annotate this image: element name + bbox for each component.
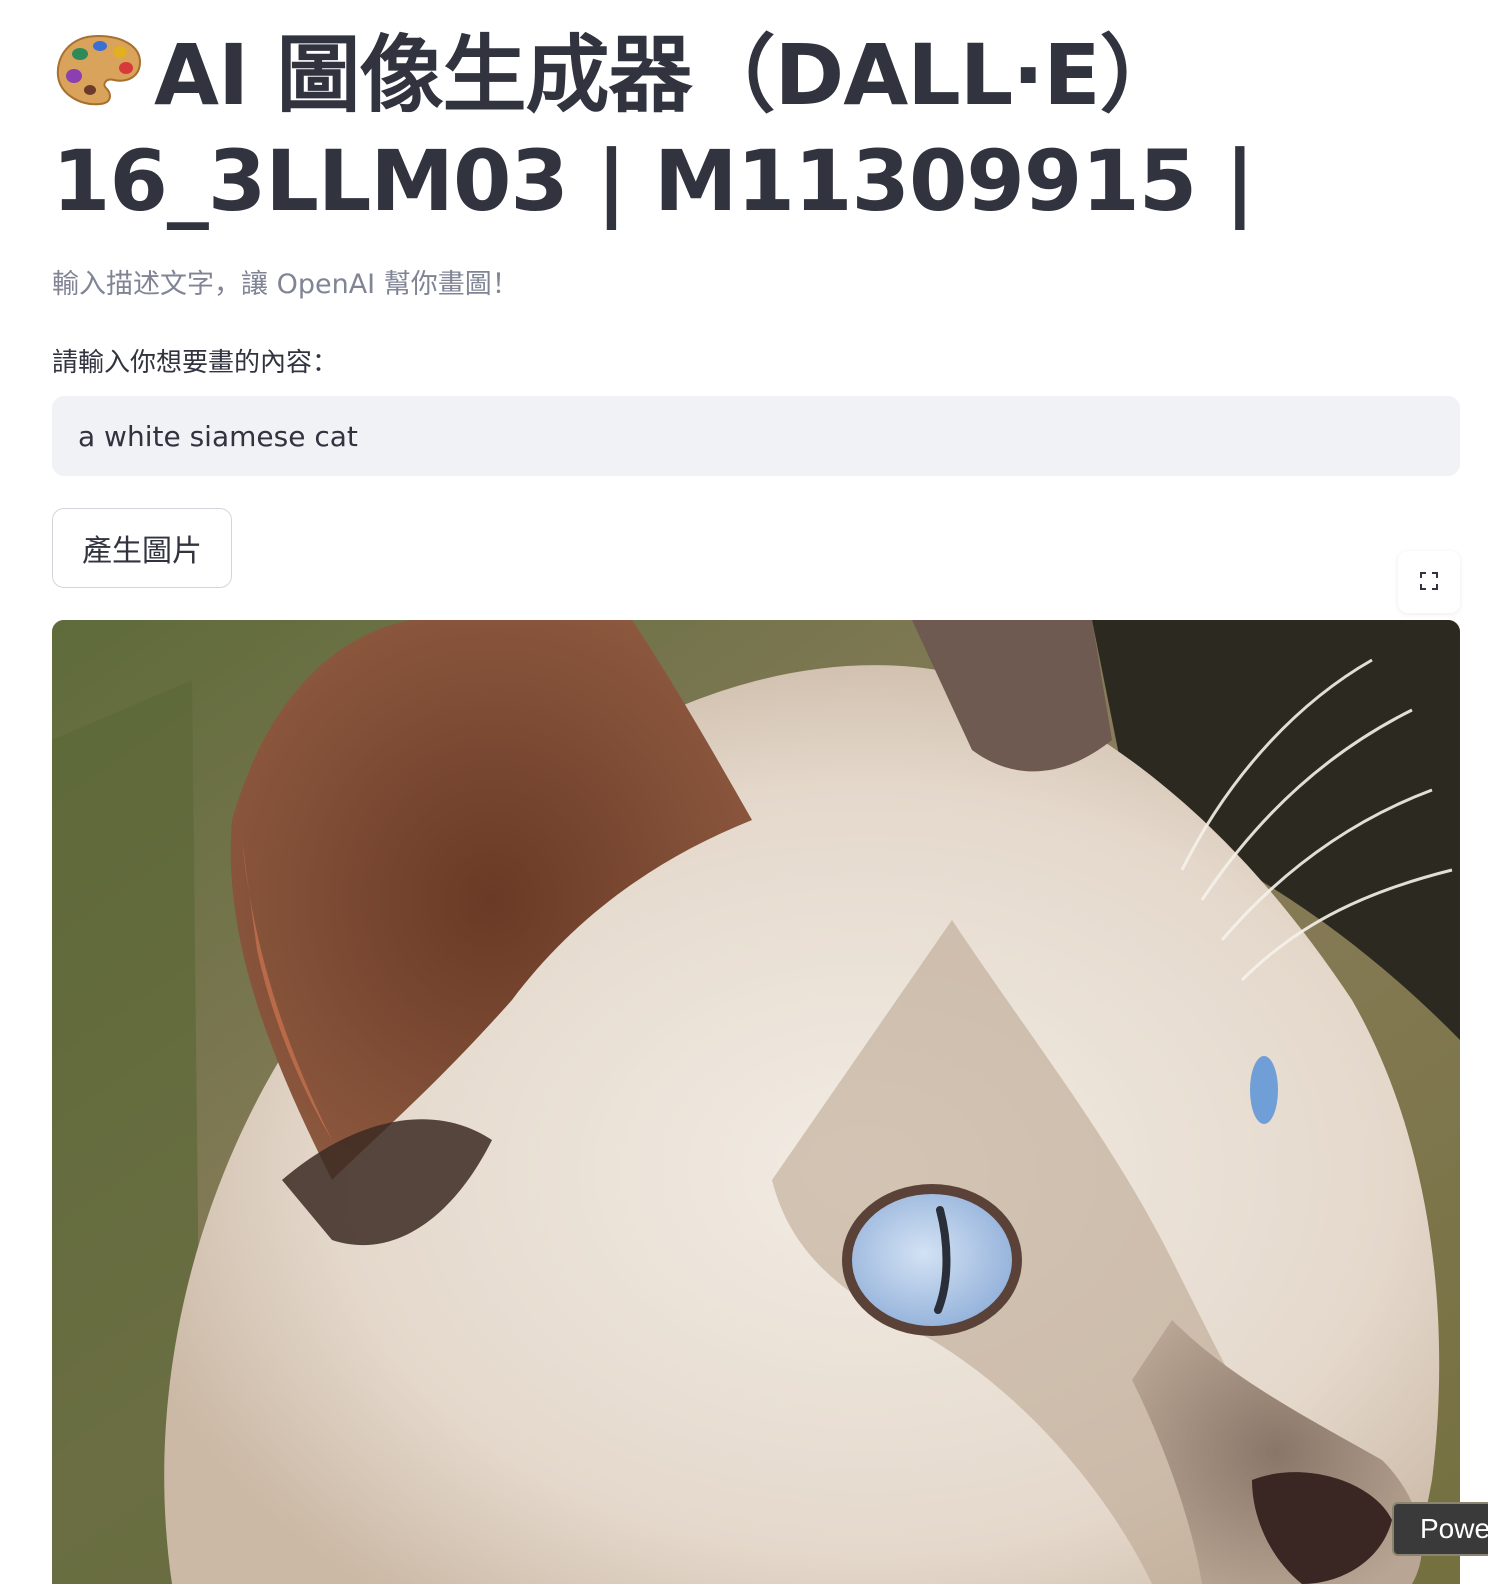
fullscreen-icon bbox=[1419, 571, 1439, 594]
page-title: AI 圖像生成器（DALL·E） 16_3LLM03 | M11309915 | bbox=[52, 22, 1352, 234]
fullscreen-button[interactable] bbox=[1398, 551, 1460, 613]
app-page: AI 圖像生成器（DALL·E） 16_3LLM03 | M11309915 |… bbox=[0, 0, 1488, 1584]
generated-image bbox=[52, 620, 1460, 1584]
title-line-2: 16_3LLM03 | M11309915 | bbox=[52, 132, 1255, 230]
artist-palette-icon bbox=[52, 28, 144, 106]
page-subtitle: 輸入描述文字，讓 OpenAI 幫你畫圖！ bbox=[52, 269, 519, 300]
powered-by-badge[interactable]: Powe bbox=[1392, 1502, 1488, 1556]
prompt-input[interactable] bbox=[52, 396, 1460, 476]
title-line-1: AI 圖像生成器（DALL·E） bbox=[154, 26, 1184, 124]
generate-image-button[interactable]: 產生圖片 bbox=[52, 508, 232, 588]
prompt-label: 請輸入你想要畫的內容： bbox=[52, 348, 339, 378]
